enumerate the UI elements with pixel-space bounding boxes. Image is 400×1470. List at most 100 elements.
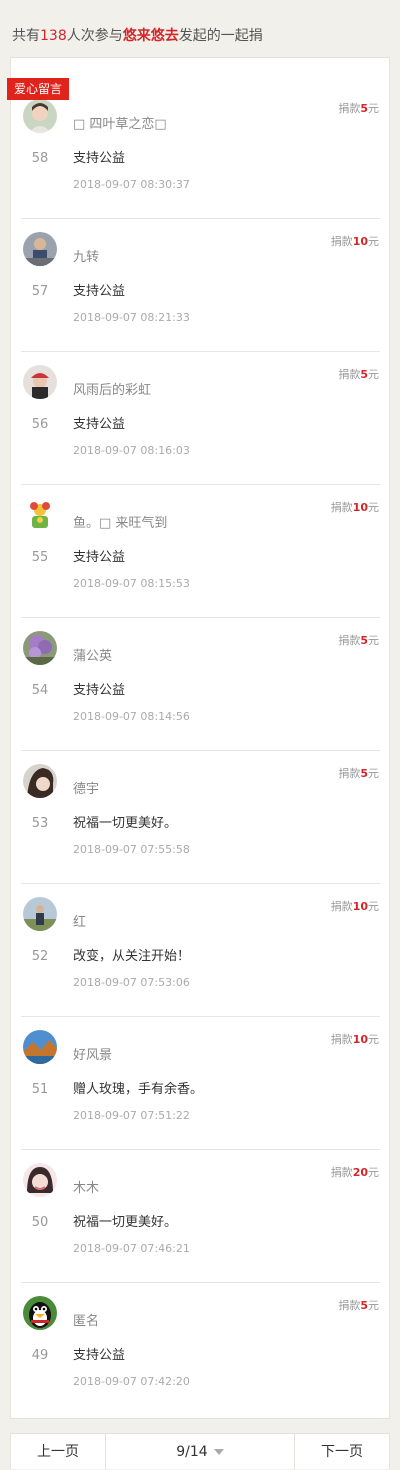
prev-page-button[interactable]: 上一页 <box>11 1434 106 1469</box>
participant-count: 138 <box>40 28 67 44</box>
donor-name: 匿名 <box>73 1314 100 1329</box>
donation-prefix: 捐款 <box>338 1299 361 1312</box>
donor-message: 赠人玫瑰，手有余香。 <box>73 1082 204 1097</box>
donation-amount: 捐款5元 <box>338 100 379 116</box>
donor-name: 鱼。□ 来旺气到 <box>73 516 168 531</box>
donor-message: 支持公益 <box>73 284 126 299</box>
donation-entry: 55 鱼。□ 来旺气到 支持公益 2018-09-07 08:15:53 捐款10元 <box>10 485 390 618</box>
donation-prefix: 捐款 <box>338 634 361 647</box>
donation-time: 2018-09-07 07:46:21 <box>73 1242 190 1255</box>
amount-value: 5 <box>360 1299 368 1312</box>
page-indicator: 9/14 <box>176 1444 208 1460</box>
donation-time: 2018-09-07 08:15:53 <box>73 577 190 590</box>
donation-amount: 捐款10元 <box>331 499 379 515</box>
donation-prefix: 捐款 <box>330 501 353 514</box>
avatar[interactable] <box>23 99 57 133</box>
donation-suffix: 元 <box>368 1299 379 1312</box>
donation-time: 2018-09-07 08:30:37 <box>73 178 190 191</box>
entry-rank: 49 <box>31 1348 49 1363</box>
entry-rank: 54 <box>31 683 49 698</box>
summary-prefix: 共有 <box>12 28 40 44</box>
donor-message: 支持公益 <box>73 151 126 166</box>
section-tag: 爱心留言 <box>7 78 69 100</box>
donation-entry: 52 红改变，从关注开始！ 2018-09-07 07:53:06 捐款10元 <box>10 884 390 1017</box>
donor-name: 木木 <box>73 1181 100 1196</box>
donor-message: 支持公益 <box>73 417 126 432</box>
avatar[interactable] <box>23 1030 57 1064</box>
donor-name: 风雨后的彩虹 <box>73 383 152 398</box>
amount-value: 10 <box>352 1033 368 1046</box>
amount-value: 20 <box>352 1166 368 1179</box>
donation-time: 2018-09-07 07:42:20 <box>73 1375 190 1388</box>
avatar[interactable] <box>23 498 57 532</box>
donation-suffix: 元 <box>368 1166 379 1179</box>
donation-entry: 51 好风景 赠人玫瑰，手有余香。 2018-09-07 07:51:22 捐款10元 <box>10 1017 390 1150</box>
donation-prefix: 捐款 <box>330 1033 353 1046</box>
donation-amount: 捐款5元 <box>338 366 379 382</box>
next-page-button[interactable]: 下一页 <box>294 1434 389 1469</box>
donation-prefix: 捐款 <box>330 235 353 248</box>
donation-entry: 58 □ 四叶草之恋□ 支持公益 2018-09-07 08:30:37 捐款5元 <box>10 86 390 219</box>
donor-name: 九转 <box>73 250 100 265</box>
donation-amount: 捐款10元 <box>331 898 379 914</box>
donation-amount: 捐款10元 <box>331 1031 379 1047</box>
avatar[interactable] <box>23 631 57 665</box>
entry-rank: 56 <box>31 417 49 432</box>
amount-value: 10 <box>352 501 368 514</box>
donor-message: 祝福一切更美好。 <box>73 816 178 831</box>
amount-value: 5 <box>360 102 368 115</box>
donation-summary: 共有138人次参与悠来悠去发起的一起捐 <box>12 25 263 45</box>
donation-prefix: 捐款 <box>338 368 361 381</box>
donor-message: 支持公益 <box>73 683 126 698</box>
donation-prefix: 捐款 <box>330 1166 353 1179</box>
avatar[interactable] <box>23 1296 57 1330</box>
summary-mid: 人次参与 <box>66 28 123 44</box>
donation-amount: 捐款5元 <box>338 1297 379 1313</box>
donor-message: 改变，从关注开始！ <box>73 949 191 964</box>
avatar[interactable] <box>23 764 57 798</box>
entry-rank: 50 <box>31 1215 49 1230</box>
donation-suffix: 元 <box>368 634 379 647</box>
donation-entry: 54 蒲公英支持公益 2018-09-07 08:14:56 捐款5元 <box>10 618 390 751</box>
caret-down-icon <box>213 1449 224 1455</box>
donation-suffix: 元 <box>368 1033 379 1046</box>
donation-prefix: 捐款 <box>338 767 361 780</box>
summary-suffix: 发起的一起捐 <box>178 28 263 44</box>
donor-name: 红 <box>73 915 87 930</box>
donor-name: □ 四叶草之恋□ <box>73 117 167 132</box>
amount-value: 5 <box>360 767 368 780</box>
amount-value: 10 <box>352 900 368 913</box>
initiator-link[interactable]: 悠来悠去 <box>123 28 179 44</box>
donation-entry: 49 匿名支持公益 2018-09-07 07:42:20 捐款5元 <box>10 1283 390 1416</box>
page-selector[interactable]: 9/14 <box>106 1434 294 1469</box>
donation-time: 2018-09-07 08:16:03 <box>73 444 190 457</box>
amount-value: 5 <box>360 368 368 381</box>
donation-entry: 50 木木祝福一切更美好。 2018-09-07 07:46:21 捐款20元 <box>10 1150 390 1283</box>
donation-suffix: 元 <box>368 368 379 381</box>
donation-time: 2018-09-07 07:51:22 <box>73 1109 190 1122</box>
donor-name: 好风景 <box>73 1048 113 1063</box>
avatar[interactable] <box>23 897 57 931</box>
entry-rank: 53 <box>31 816 49 831</box>
donation-suffix: 元 <box>368 900 379 913</box>
donation-amount: 捐款5元 <box>338 632 379 648</box>
donation-prefix: 捐款 <box>330 900 353 913</box>
donation-amount: 捐款5元 <box>338 765 379 781</box>
donor-message: 支持公益 <box>73 1348 126 1363</box>
donation-time: 2018-09-07 08:14:56 <box>73 710 190 723</box>
donation-time: 2018-09-07 07:53:06 <box>73 976 190 989</box>
donation-entry: 53 德宇 祝福一切更美好。 2018-09-07 07:55:58 捐款5元 <box>10 751 390 884</box>
donation-suffix: 元 <box>368 767 379 780</box>
donor-name: 蒲公英 <box>73 649 113 664</box>
avatar[interactable] <box>23 1163 57 1197</box>
donation-suffix: 元 <box>368 102 379 115</box>
donation-prefix: 捐款 <box>338 102 361 115</box>
donation-time: 2018-09-07 08:21:33 <box>73 311 190 324</box>
donation-entry: 57 九转 支持公益 2018-09-07 08:21:33 捐款10元 <box>10 219 390 352</box>
donor-name: 德宇 <box>73 782 100 797</box>
pagination: 上一页 9/14 下一页 <box>10 1433 390 1469</box>
entry-rank: 58 <box>31 151 49 166</box>
avatar[interactable] <box>23 365 57 399</box>
avatar[interactable] <box>23 232 57 266</box>
donor-message: 祝福一切更美好。 <box>73 1215 178 1230</box>
